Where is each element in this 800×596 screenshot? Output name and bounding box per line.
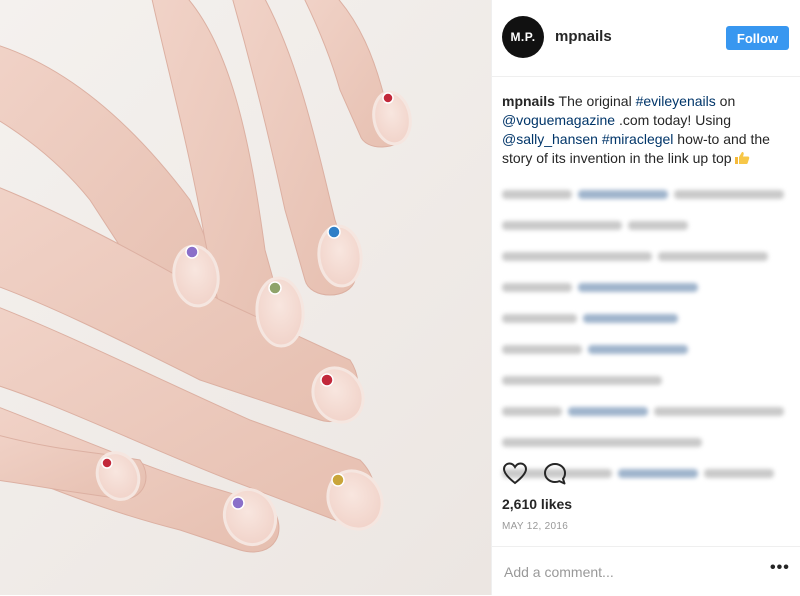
thumbs-up-emoji-icon (734, 151, 750, 165)
mention-link[interactable]: @voguemagazine (502, 112, 615, 128)
post-sidebar: M.P. mpnails Follow mpnails The original… (491, 0, 800, 595)
caption-username[interactable]: mpnails (502, 93, 555, 109)
caption-text: .com today! Using (615, 112, 731, 128)
post-header: M.P. mpnails Follow (492, 0, 800, 77)
likes-count[interactable]: 2,610 likes (502, 496, 572, 512)
hashtag-link[interactable]: #evileyenails (636, 93, 716, 109)
caption-text: on (715, 93, 736, 109)
username-link[interactable]: mpnails (555, 28, 612, 45)
post-date: MAY 12, 2016 (502, 521, 569, 532)
post-photo[interactable] (0, 0, 491, 595)
blurred-comments (502, 190, 790, 478)
mention-link[interactable]: @sally_hansen (502, 131, 598, 147)
add-comment-bar: ••• (492, 546, 800, 596)
hashtag-link[interactable]: #miraclegel (602, 131, 674, 147)
post-caption: mpnails The original #evileyenails on @v… (502, 92, 790, 168)
avatar[interactable]: M.P. (502, 16, 544, 58)
follow-button[interactable]: Follow (726, 26, 789, 50)
nails-photo-illustration (0, 0, 412, 553)
add-comment-input[interactable] (502, 559, 756, 585)
heart-icon[interactable] (502, 461, 528, 487)
caption-text: The original (554, 93, 636, 109)
comment-bubble-icon[interactable] (542, 461, 568, 487)
more-options-icon[interactable]: ••• (770, 559, 790, 577)
